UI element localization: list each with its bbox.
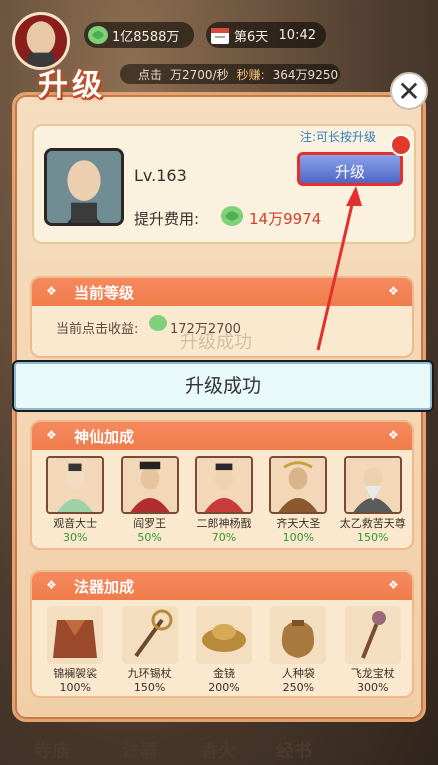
monk-portrait [44, 148, 124, 226]
artifact-pct: 100% [59, 681, 91, 694]
close-icon: ✕ [397, 75, 421, 108]
current-level-header: ❖ 当前等级 ❖ [32, 278, 412, 306]
god-name: 观音大士 [53, 517, 98, 530]
god-pct: 150% [357, 531, 389, 544]
ringed-staff-icon [121, 606, 178, 664]
ghost-success-text: 升级成功 [180, 332, 252, 353]
artifact-name: 金铙 [212, 667, 235, 680]
artifacts-bonus-header: ❖ 法器加成 ❖ [32, 572, 412, 600]
artifact-pct: 200% [208, 681, 240, 694]
cabbage-coin-icon [221, 206, 243, 226]
cabbage-coin-icon [149, 315, 167, 331]
kasaya-icon [47, 606, 104, 664]
artifact-pct: 250% [282, 681, 315, 694]
god-card-erlang[interactable]: 二郎神杨戬 70% [187, 456, 261, 544]
cost-label: 提升费用: [134, 210, 200, 228]
tab-temple[interactable]: 寺庙 [20, 726, 84, 765]
click-income-label: 当前点击收益: [56, 322, 139, 337]
ornament-icon: ❖ [388, 428, 399, 442]
upgrade-button[interactable]: 升级 [297, 152, 403, 186]
calendar-icon [211, 28, 229, 44]
ornament-icon: ❖ [388, 284, 399, 298]
panel-title: 升级 [38, 68, 106, 103]
earn-value: 364万9250 [272, 67, 339, 82]
god-card-taiyi[interactable]: 太乙救苦天尊 150% [336, 456, 410, 544]
qitian-portrait [269, 456, 328, 514]
rate-label: 点击 [138, 67, 163, 82]
dragon-staff-icon [344, 606, 401, 664]
notification-badge [390, 134, 412, 156]
artifact-name: 人种袋 [281, 667, 315, 680]
current-level-title: 当前等级 [74, 284, 135, 302]
guanyin-portrait [46, 456, 105, 514]
god-pct: 50% [137, 531, 162, 544]
god-name: 太乙救苦天尊 [339, 517, 406, 530]
artifact-pct: 300% [357, 681, 389, 694]
artifacts-bonus-section: ❖ 法器加成 ❖ 锦襕袈裟 100% 九环锡杖 150% 金铙 200% 人种袋… [30, 570, 414, 698]
tab-artifacts[interactable]: 法器 [108, 726, 172, 765]
ornament-icon: ❖ [46, 428, 57, 442]
artifact-pct: 150% [133, 681, 166, 694]
tab-scriptures[interactable]: 经书 [262, 726, 326, 765]
artifact-name: 锦襕袈裟 [53, 667, 98, 680]
close-button[interactable]: ✕ [390, 72, 428, 110]
ornament-icon: ❖ [46, 578, 57, 592]
gods-bonus-title: 神仙加成 [74, 428, 135, 446]
ornament-icon: ❖ [388, 578, 399, 592]
golden-cymbal-icon [195, 606, 252, 664]
money-display: 1亿8588万 [84, 22, 194, 48]
day-display: 第6天 10:42 [206, 22, 326, 48]
god-pct: 30% [62, 531, 88, 544]
artifact-card-dragon-staff[interactable]: 飞龙宝杖 300% [336, 606, 410, 694]
long-press-hint: 注:可长按升级 [300, 130, 377, 144]
god-card-guanyin[interactable]: 观音大士 30% [38, 456, 112, 544]
erlang-portrait [194, 456, 253, 514]
level-text: Lv.163 [134, 166, 187, 185]
god-name: 二郎神杨戬 [196, 517, 252, 530]
god-name: 齐天大圣 [276, 517, 321, 530]
god-card-qitian[interactable]: 齐天大圣 100% [261, 456, 335, 544]
earn-label: 秒赚: [236, 67, 265, 82]
cost-value: 14万9974 [249, 210, 322, 228]
god-name: 阎罗王 [133, 517, 167, 530]
artifact-name: 九环锡杖 [127, 667, 172, 680]
rate-value: 万2700/秒 [170, 67, 229, 82]
artifact-card-cymbal[interactable]: 金铙 200% [187, 606, 261, 694]
gods-bonus-section: ❖ 神仙加成 ❖ 观音大士 30% 阎罗王 50% 二郎神杨戬 70% 齐天大圣… [30, 420, 414, 550]
seed-bag-icon [270, 606, 327, 664]
god-pct: 100% [282, 531, 315, 544]
money-value: 1亿8588万 [112, 29, 180, 45]
ornament-icon: ❖ [46, 284, 57, 298]
god-card-yanluo[interactable]: 阎罗王 50% [112, 456, 186, 544]
artifact-name: 飞龙宝杖 [350, 667, 395, 680]
time-value: 10:42 [278, 27, 316, 43]
bottom-tab-bar: 寺庙 法器 香火 经书 [0, 722, 438, 765]
taiyi-portrait [343, 456, 402, 514]
artifacts-bonus-title: 法器加成 [74, 578, 135, 596]
artifacts-list: 锦襕袈裟 100% 九环锡杖 150% 金铙 200% 人种袋 250% 飞龙宝… [38, 606, 410, 694]
rate-display: 点击 万2700/秒 秒赚: 364万9250 [120, 64, 340, 84]
tab-incense[interactable]: 香火 [186, 726, 250, 765]
artifact-card-bag[interactable]: 人种袋 250% [261, 606, 335, 694]
gods-list: 观音大士 30% 阎罗王 50% 二郎神杨戬 70% 齐天大圣 100% 太乙救… [38, 456, 410, 544]
cabbage-coin-icon [88, 26, 108, 44]
god-pct: 70% [211, 531, 237, 544]
upgrade-success-banner: 升级成功 [12, 360, 434, 412]
artifact-card-staff[interactable]: 九环锡杖 150% [112, 606, 186, 694]
gods-bonus-header: ❖ 神仙加成 ❖ [32, 422, 412, 450]
day-value: 第6天 [234, 29, 269, 45]
artifact-card-kasaya[interactable]: 锦襕袈裟 100% [38, 606, 112, 694]
yanluo-portrait [120, 456, 179, 514]
